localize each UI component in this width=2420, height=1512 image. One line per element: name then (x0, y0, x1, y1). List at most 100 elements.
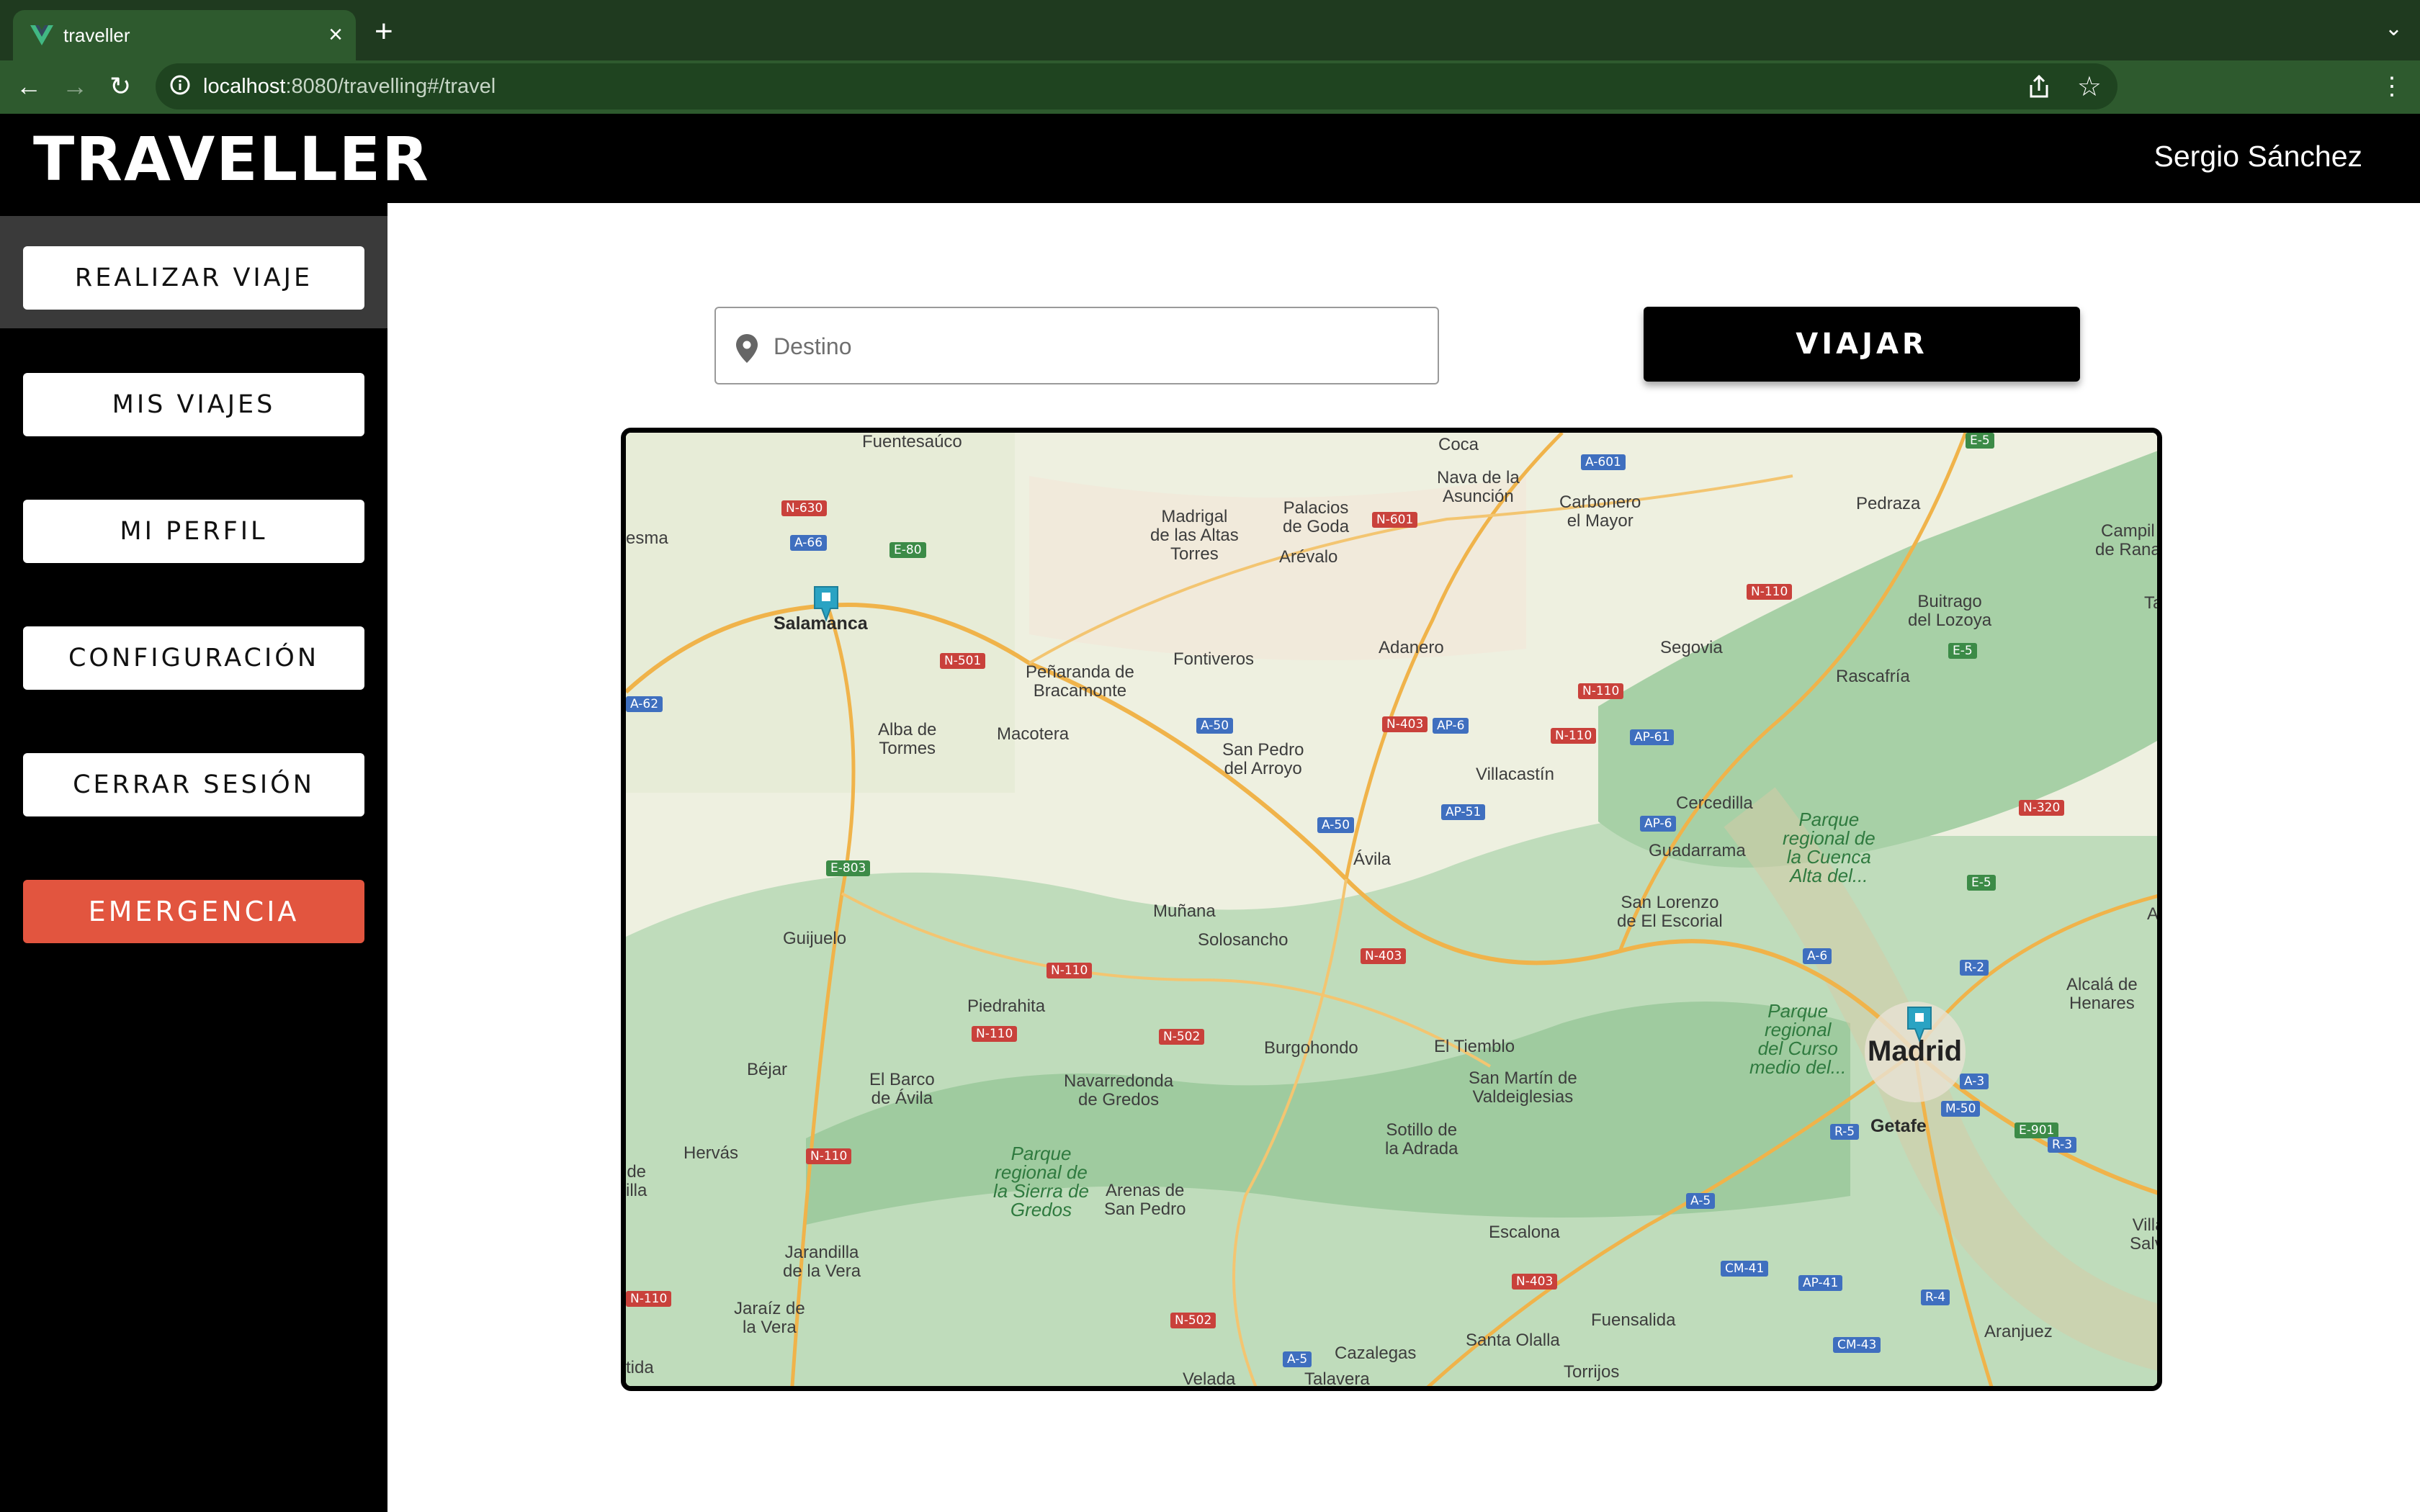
url-host: localhost (203, 75, 286, 98)
road-shield: E-5 (1966, 433, 1994, 449)
road-shield: N-320 (2019, 800, 2065, 816)
new-tab-button[interactable]: + (375, 16, 393, 48)
map-label: Pedraza (1856, 494, 1921, 513)
sidebar-item-configuracion[interactable]: CONFIGURACIÓN (23, 626, 364, 690)
map-label: Alba de Tormes (878, 720, 937, 758)
map-label: Carbonero el Mayor (1559, 492, 1641, 531)
road-shield: A-50 (1317, 817, 1355, 833)
map-label: Burgohondo (1264, 1038, 1358, 1058)
road-shield: N-501 (940, 653, 986, 669)
road-shield: N-502 (1170, 1313, 1216, 1328)
map-label: El Tiemblo (1434, 1037, 1515, 1056)
road-shield: E-5 (1967, 875, 1996, 891)
sidebar-item-cerrar-sesion[interactable]: CERRAR SESIÓN (23, 753, 364, 816)
destination-input[interactable] (772, 324, 1409, 369)
road-shield: A-6 (1803, 948, 1832, 964)
map-label: Fuentesaúco (862, 432, 962, 451)
madrid-map-marker[interactable] (1905, 1006, 1934, 1043)
map-label: Escalona (1489, 1223, 1560, 1242)
sidebar-item-realizar-viaje[interactable]: REALIZAR VIAJE (23, 246, 364, 310)
road-shield: N-110 (1047, 963, 1093, 978)
road-shield: E-80 (889, 542, 926, 558)
road-shield: N-110 (1551, 728, 1597, 744)
map-label: Fontiveros (1173, 649, 1255, 669)
url-text: localhost:8080/travelling#/travel (203, 75, 496, 99)
map-label: Arévalo (1279, 547, 1338, 567)
road-shield: AP-41 (1798, 1275, 1843, 1291)
map-label: Al (2147, 904, 2162, 924)
user-name[interactable]: Sergio Sánchez (2154, 140, 2362, 174)
road-shield: CM-41 (1721, 1261, 1769, 1277)
road-shield: N-601 (1372, 512, 1418, 528)
map-label: Fuensalida (1591, 1310, 1676, 1330)
browser-menu-icon[interactable]: ⋮ (2380, 72, 2404, 101)
road-shield: AP-61 (1630, 729, 1675, 745)
forward-arrow-icon[interactable]: → (62, 72, 88, 101)
bookmark-star-icon[interactable]: ☆ (2077, 71, 2102, 103)
map-view[interactable]: Fuentesaúco Coca Nava de la Asunción Pala… (621, 428, 2162, 1391)
map-label: Solosancho (1198, 930, 1289, 950)
back-arrow-icon[interactable]: ← (16, 72, 42, 101)
map-label: San Pedro del Arroyo (1222, 740, 1304, 778)
map-label: Parque regional de la Cuenca Alta del... (1783, 809, 1876, 886)
map-label: Ta (2144, 593, 2162, 613)
road-shield: A-5 (1283, 1351, 1312, 1367)
map-label: Muñana (1153, 901, 1216, 921)
travel-button[interactable]: VIAJAR (1644, 307, 2080, 382)
map-label: Guijuelo (783, 929, 847, 948)
map-label: Rascafría (1836, 667, 1910, 686)
road-shield: N-403 (1361, 948, 1407, 964)
road-shield: AP-6 (1640, 816, 1677, 832)
map-label: Jaraíz de la Vera (734, 1299, 805, 1337)
traveller-logo[interactable]: TRAVELLER (33, 127, 436, 190)
share-icon[interactable] (2027, 73, 2051, 99)
tab-title: traveller (63, 24, 130, 46)
road-shield: N-110 (1578, 683, 1624, 699)
map-label: VillarSalva (2130, 1215, 2157, 1254)
reload-icon[interactable]: ↻ (109, 72, 131, 101)
road-shield: N-110 (626, 1291, 672, 1307)
map-label: San Martín de Valdeiglesias (1469, 1068, 1577, 1107)
map-label: Parque regional de la Sierra de Gredos (993, 1143, 1089, 1220)
close-tab-icon[interactable]: × (328, 20, 343, 49)
road-shield: A-50 (1196, 718, 1234, 734)
sidebar-item-mis-viajes[interactable]: MIS VIAJES (23, 373, 364, 436)
map-label: Torrijos (1564, 1362, 1620, 1382)
sidebar: REALIZAR VIAJE MIS VIAJES MI PERFIL CONF… (0, 203, 387, 1512)
map-label: Jarandilla de la Vera (783, 1243, 861, 1281)
map-label: Guadarrama (1649, 841, 1746, 860)
road-shield: N-403 (1382, 716, 1428, 732)
road-shield: N-502 (1159, 1029, 1205, 1045)
map-label: Getafe (1870, 1116, 1927, 1136)
destination-field[interactable] (714, 307, 1439, 384)
map-label: Talavera (1304, 1369, 1370, 1389)
road-shield: A-62 (626, 696, 663, 712)
address-bar[interactable]: localhost:8080/travelling#/travel ☆ (156, 63, 2118, 109)
road-shield: A-5 (1686, 1193, 1716, 1209)
road-shield: AP-51 (1441, 804, 1486, 820)
map-label: Segovia (1660, 638, 1723, 657)
road-shield: A-3 (1960, 1074, 1989, 1089)
map-label: Campil de Rana (2095, 521, 2161, 559)
map-label: Hervás (684, 1143, 739, 1163)
road-shield: N-110 (806, 1148, 852, 1164)
map-label: Macotera (997, 724, 1070, 744)
map-label: Peñaranda de Bracamonte (1026, 662, 1134, 701)
map-label: Aranjuez (1984, 1322, 2053, 1341)
map-label: Velada (1183, 1369, 1236, 1389)
map-label: Piedrahita (967, 996, 1046, 1016)
road-shield: E-803 (826, 860, 871, 876)
site-info-icon[interactable] (169, 73, 192, 96)
tab-search-chevron-icon[interactable]: ⌄ (2385, 16, 2403, 41)
salamanca-map-marker[interactable] (812, 585, 841, 623)
emergency-button[interactable]: EMERGENCIA (23, 880, 364, 943)
sidebar-item-mi-perfil[interactable]: MI PERFIL (23, 500, 364, 563)
road-shield: AP-6 (1433, 718, 1469, 734)
app-header: TRAVELLER Sergio Sánchez (0, 114, 2420, 203)
browser-tab[interactable]: traveller × (13, 10, 356, 60)
road-shield: E-5 (1948, 643, 1977, 659)
map-label: Buitrago del Lozoya (1908, 592, 1992, 630)
road-shield: A-601 (1581, 454, 1626, 470)
map-label: Parque regional del Curso medio del... (1749, 1000, 1847, 1078)
map-label: esma (626, 528, 668, 548)
